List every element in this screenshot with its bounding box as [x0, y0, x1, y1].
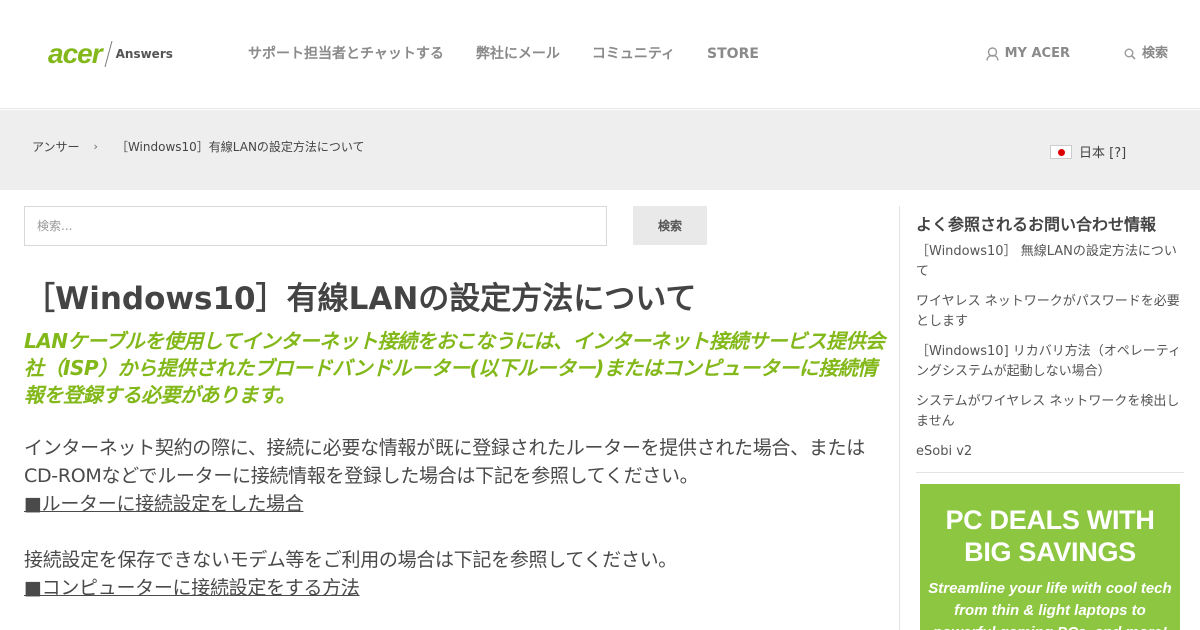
sidebar-link[interactable]: ワイヤレス ネットワークがパスワードを必要とします [916, 292, 1184, 332]
breadcrumb-chevron-icon: › [93, 140, 98, 153]
sidebar-title: よく参照されるお問い合わせ情報 [916, 215, 1157, 234]
article-body: インターネット契約の際に、接続に必要な情報が既に登録されたルーターを提供された場… [24, 434, 894, 602]
search-input[interactable] [24, 206, 607, 246]
column-divider [899, 206, 900, 630]
search-button[interactable]: 検索 [633, 206, 707, 245]
breadcrumb-current: ［Windows10］有線LANの設定方法について [115, 140, 365, 154]
computer-setup-link[interactable]: ■コンピューターに接続設定をする方法 [24, 577, 360, 599]
pc-deals-banner[interactable]: PC DEALS WITH BIG SAVINGS Streamline you… [920, 484, 1180, 630]
nav-community[interactable]: コミュニティ [592, 44, 675, 64]
sidebar-divider [916, 472, 1184, 473]
article-paragraph: インターネット契約の際に、接続に必要な情報が既に登録されたルーターを提供された場… [24, 437, 865, 487]
sidebar-link[interactable]: eSobi v2 [916, 442, 1184, 462]
breadcrumb: アンサー › ［Windows10］有線LANの設定方法について [32, 138, 365, 155]
user-icon [985, 47, 999, 61]
acer-answers-logo[interactable]: acer Answers [48, 40, 173, 68]
promo-headline-line: BIG SAVINGS [964, 537, 1136, 567]
nav-store[interactable]: STORE [707, 44, 759, 64]
header-search-label: 検索 [1141, 46, 1168, 61]
sidebar-link[interactable]: ［Windows10] リカバリ方法（オペレーティングシステムが起動しない場合） [916, 342, 1184, 382]
sidebar-link[interactable]: ［Windows10］ 無線LANの設定方法について [916, 242, 1184, 282]
router-setup-link[interactable]: ■ルーターに接続設定をした場合 [24, 493, 304, 515]
breadcrumb-home[interactable]: アンサー [32, 138, 80, 155]
promo-headline: PC DEALS WITH BIG SAVINGS [920, 504, 1180, 568]
sidebar-link[interactable]: システムがワイヤレス ネットワークを検出しません [916, 392, 1184, 432]
sidebar: よく参照されるお問い合わせ情報 ［Windows10］ 無線LANの設定方法につ… [916, 212, 1184, 473]
nav-chat-support[interactable]: サポート担当者とチャットする [248, 44, 444, 64]
breadcrumb-bar: アンサー › ［Windows10］有線LANの設定方法について 日本 [?] [0, 110, 1200, 190]
language-label: 日本 [?] [1079, 146, 1127, 161]
my-acer-label: MY ACER [1004, 46, 1070, 61]
promo-headline-line: PC DEALS WITH [945, 505, 1155, 535]
promo-subtext: Streamline your life with cool tech from… [920, 578, 1180, 630]
my-acer-link[interactable]: MY ACER [985, 44, 1070, 64]
header-right-links: MY ACER 検索 [985, 44, 1168, 64]
article-lead: LANケーブルを使用してインターネット接続をおこなうには、インターネット接続サー… [24, 329, 885, 407]
promo-sub-line: from thin & light laptops to [954, 602, 1146, 619]
site-header: acer Answers サポート担当者とチャットする 弊社にメール コミュニテ… [0, 0, 1200, 109]
search-icon [1124, 48, 1136, 60]
page-title: ［Windows10］有線LANの設定方法について [24, 281, 697, 317]
header-search-link[interactable]: 検索 [1124, 44, 1168, 64]
article-paragraph: 接続設定を保存できないモデム等をご利用の場合は下記を参照してください。 [24, 549, 677, 571]
japan-flag-icon [1050, 144, 1072, 159]
language-selector[interactable]: 日本 [?] [1050, 142, 1126, 161]
main-nav: サポート担当者とチャットする 弊社にメール コミュニティ STORE [248, 44, 791, 64]
answers-logo-text: Answers [115, 47, 173, 61]
promo-sub-line: powerful gaming PCs, and more! [920, 622, 1180, 630]
promo-sub-line: Streamline your life with cool tech [928, 580, 1172, 597]
nav-email-us[interactable]: 弊社にメール [476, 44, 560, 64]
acer-logo-text: acer [48, 38, 103, 69]
logo-divider [104, 41, 113, 67]
